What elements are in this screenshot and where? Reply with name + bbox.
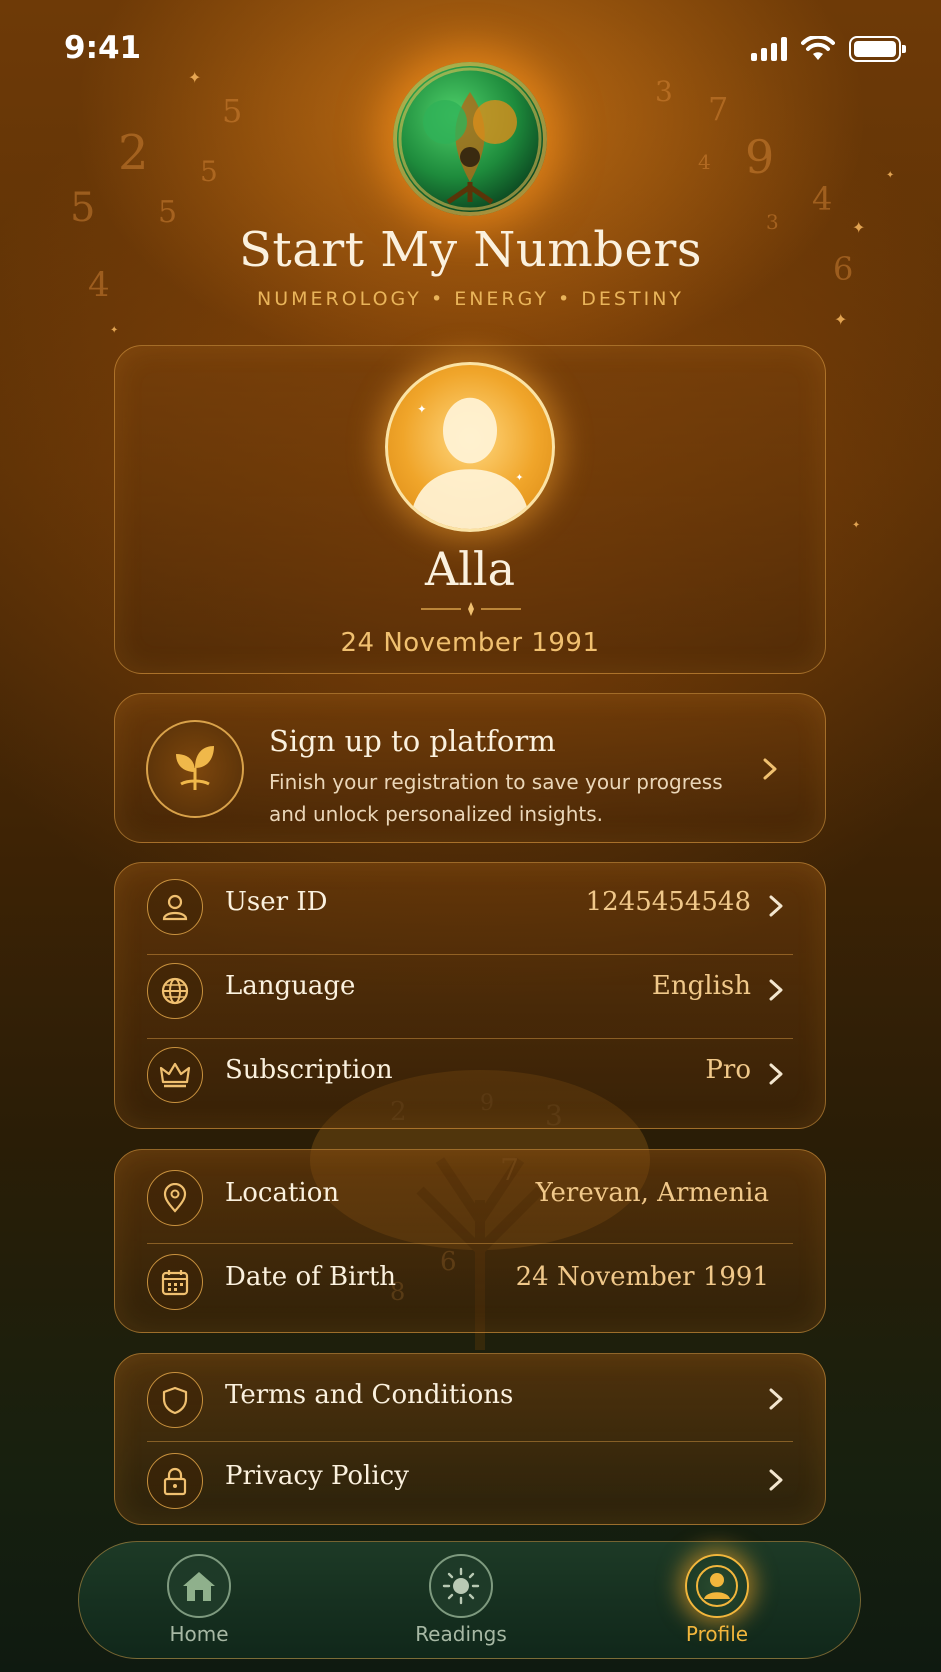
- avatar[interactable]: ✦ ✦: [385, 362, 555, 532]
- location-value: Yerevan, Armenia: [535, 1178, 769, 1208]
- subscription-row[interactable]: Subscription Pro: [115, 1031, 825, 1115]
- shield-icon: [147, 1372, 203, 1428]
- user-id-label: User ID: [225, 887, 328, 917]
- crown-icon: [147, 1047, 203, 1103]
- tab-profile-label: Profile: [685, 1622, 749, 1646]
- tab-readings-label: Readings: [415, 1622, 507, 1646]
- date-of-birth-row: Date of Birth 24 November 1991: [115, 1238, 825, 1322]
- globe-icon: [147, 963, 203, 1019]
- cellular-signal-icon: [751, 37, 787, 61]
- tab-profile[interactable]: Profile: [637, 1554, 797, 1654]
- chevron-right-icon: [769, 1388, 783, 1410]
- profile-icon: [685, 1554, 749, 1618]
- lock-icon: [147, 1453, 203, 1509]
- language-value: English: [651, 971, 751, 1001]
- user-name: Alla: [424, 542, 516, 596]
- language-row[interactable]: Language English: [115, 947, 825, 1031]
- leaf-icon: [146, 720, 244, 818]
- svg-text:✦: ✦: [515, 473, 523, 484]
- signup-description: Finish your registration to save your pr…: [269, 770, 723, 826]
- signup-card[interactable]: Sign up to platform Finish your registra…: [114, 693, 826, 843]
- location-pin-icon: [147, 1170, 203, 1226]
- user-id-value: 1245454548: [585, 887, 751, 917]
- chevron-right-icon: [769, 1469, 783, 1491]
- personal-info-card: Location Yerevan, Armenia Date of Birth …: [114, 1149, 826, 1333]
- battery-icon: [849, 36, 906, 62]
- ornament-divider: [421, 602, 521, 616]
- signup-title: Sign up to platform: [269, 724, 556, 758]
- calendar-icon: [147, 1254, 203, 1310]
- app-title: Start My Numbers: [239, 222, 702, 278]
- wifi-icon: [801, 36, 835, 60]
- user-icon: [147, 879, 203, 935]
- chevron-right-icon: [769, 979, 783, 1001]
- app-logo: [393, 62, 547, 216]
- status-time: 9:41: [64, 30, 142, 66]
- date-of-birth-label: Date of Birth: [225, 1262, 397, 1292]
- privacy-row[interactable]: Privacy Policy: [115, 1437, 825, 1521]
- home-icon: [167, 1554, 231, 1618]
- tab-readings[interactable]: Readings: [381, 1554, 541, 1654]
- tab-bar: Home Readings Profile: [78, 1541, 861, 1659]
- chevron-right-icon: [769, 895, 783, 917]
- sun-icon: [429, 1554, 493, 1618]
- status-icons: [751, 36, 906, 62]
- user-date-of-birth: 24 November 1991: [340, 628, 600, 658]
- tab-home-label: Home: [169, 1622, 229, 1646]
- svg-text:✦: ✦: [417, 402, 427, 416]
- settings-card: User ID 1245454548 Language English Subs…: [114, 862, 826, 1129]
- privacy-label: Privacy Policy: [225, 1461, 409, 1491]
- legal-card: Terms and Conditions Privacy Policy: [114, 1353, 826, 1525]
- subscription-label: Subscription: [225, 1055, 393, 1085]
- app-subtitle: NUMEROLOGY • ENERGY • DESTINY: [256, 288, 685, 310]
- chevron-right-icon: [763, 758, 777, 780]
- location-label: Location: [225, 1178, 340, 1208]
- terms-row[interactable]: Terms and Conditions: [115, 1356, 825, 1440]
- language-label: Language: [225, 971, 356, 1001]
- terms-label: Terms and Conditions: [225, 1380, 514, 1410]
- profile-card: ✦ ✦ Alla 24 November 1991: [114, 345, 826, 674]
- subscription-value: Pro: [705, 1055, 751, 1085]
- tab-home[interactable]: Home: [119, 1554, 279, 1654]
- date-of-birth-value: 24 November 1991: [515, 1262, 769, 1292]
- location-row: Location Yerevan, Armenia: [115, 1154, 825, 1238]
- chevron-right-icon: [769, 1063, 783, 1085]
- user-id-row[interactable]: User ID 1245454548: [115, 863, 825, 947]
